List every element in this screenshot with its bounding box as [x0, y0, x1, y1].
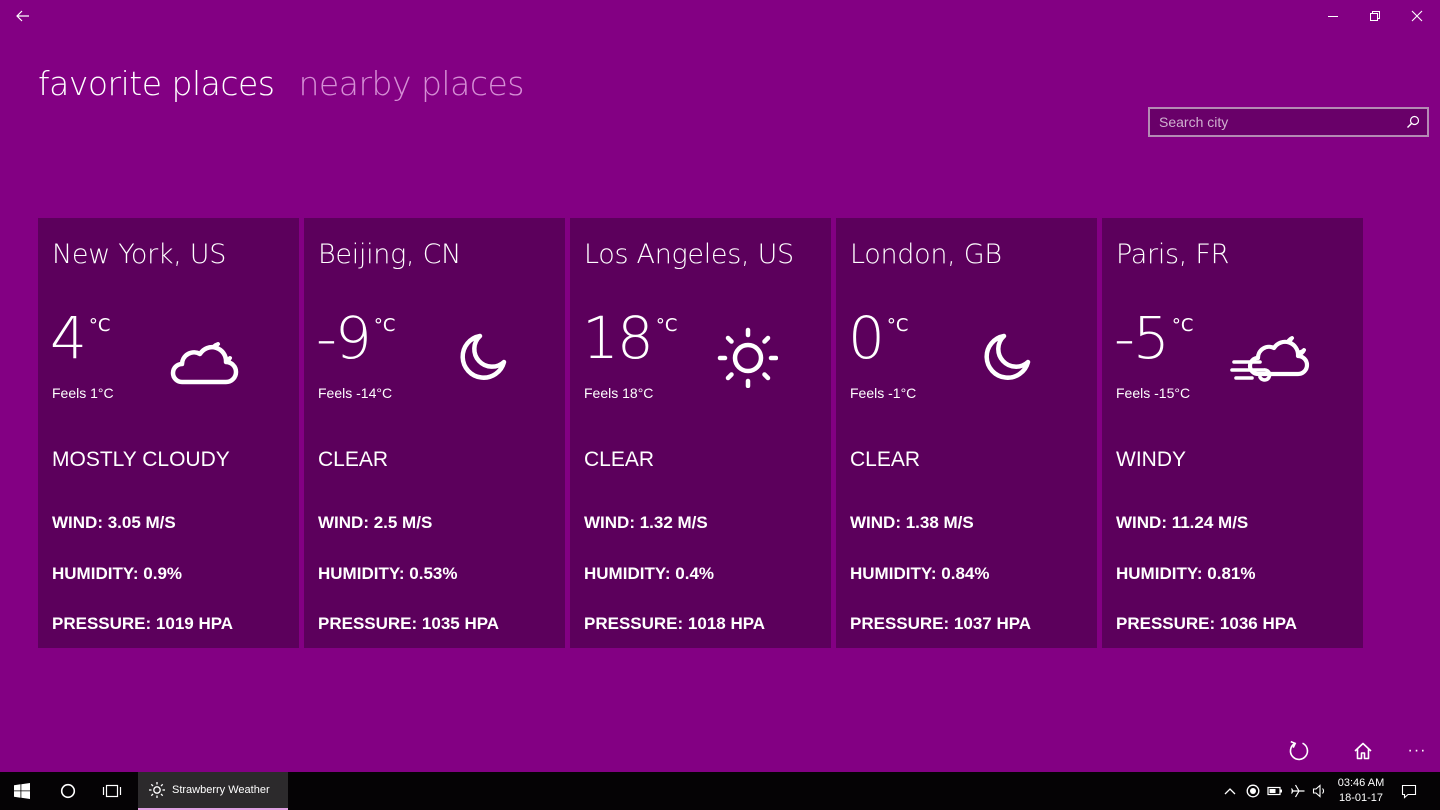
- city-name: Beijing, CN: [318, 239, 462, 270]
- tab-favorite-places[interactable]: favorite places: [38, 62, 275, 106]
- weather-condition: WINDY: [1116, 448, 1186, 471]
- feels-like: Feels 18°C: [584, 385, 654, 401]
- title-bar: [0, 0, 1440, 32]
- temperature-value: 4: [50, 304, 87, 372]
- search-icon[interactable]: [1399, 109, 1427, 135]
- windows-start-icon[interactable]: [0, 772, 44, 810]
- feels-like: Feels -1°C: [850, 385, 917, 401]
- temperature: -9 °C: [316, 306, 395, 370]
- temperature-value: -9: [316, 304, 372, 372]
- city-card[interactable]: London, GB 0 °C Feels -1°C CLEAR WIND: 1…: [836, 218, 1097, 648]
- search-box: [1148, 107, 1429, 137]
- windy-cloud-night-icon: [1230, 336, 1310, 382]
- pressure: PRESSURE: 1035 HPA: [318, 614, 500, 633]
- task-view-icon[interactable]: [90, 772, 134, 810]
- temperature: -5 °C: [1114, 306, 1193, 370]
- pressure: PRESSURE: 1036 HPA: [1116, 614, 1298, 633]
- city-card[interactable]: Beijing, CN -9 °C Feels -14°C CLEAR WIND…: [304, 218, 565, 648]
- city-name: New York, US: [52, 239, 227, 270]
- minimize-icon[interactable]: [1310, 0, 1356, 32]
- favorite-cities-grid: New York, US 4 °C Feels 1°C MOSTLY CLOUD…: [38, 218, 1363, 648]
- moon-icon: [984, 333, 1031, 380]
- weather-condition: MOSTLY CLOUDY: [52, 448, 230, 471]
- close-icon[interactable]: [1394, 0, 1440, 32]
- humidity: HUMIDITY: 0.84%: [850, 564, 990, 583]
- weather-app-icon: [149, 782, 165, 798]
- taskbar-app-strawberry-weather[interactable]: Strawberry Weather: [138, 772, 288, 810]
- city-name: London, GB: [850, 239, 1002, 270]
- temperature-unit: °C: [373, 315, 396, 336]
- city-name: Los Angeles, US: [584, 239, 794, 270]
- home-icon: [1354, 742, 1372, 760]
- taskbar: Strawberry Weather 03:46 AM 18-01-17: [0, 772, 1440, 810]
- temperature: 4 °C: [50, 306, 110, 370]
- weather-condition: CLEAR: [850, 448, 921, 471]
- city-name: Paris, FR: [1116, 239, 1230, 270]
- temperature-unit: °C: [1171, 315, 1194, 336]
- wind-speed: WIND: 2.5 M/S: [318, 513, 433, 532]
- home-button[interactable]: [1343, 734, 1383, 768]
- temperature: 18 °C: [582, 306, 677, 370]
- back-arrow-icon[interactable]: [0, 0, 46, 32]
- wind-speed: WIND: 1.32 M/S: [584, 513, 708, 532]
- feels-like: Feels 1°C: [52, 385, 114, 401]
- clock-time: 03:46 AM: [1337, 777, 1385, 789]
- search-city-input[interactable]: [1150, 109, 1399, 135]
- temperature-unit: °C: [886, 315, 909, 336]
- volume-icon[interactable]: [1311, 782, 1329, 800]
- refresh-icon: [1289, 740, 1309, 761]
- pressure: PRESSURE: 1019 HPA: [52, 614, 234, 633]
- wind-speed: WIND: 11.24 M/S: [1116, 513, 1249, 532]
- temperature-unit: °C: [88, 315, 111, 336]
- cortana-search-icon[interactable]: [46, 772, 90, 810]
- more-options-button[interactable]: ···: [1397, 734, 1437, 768]
- pressure: PRESSURE: 1037 HPA: [850, 614, 1032, 633]
- temperature: 0 °C: [848, 306, 908, 370]
- record-icon[interactable]: [1244, 782, 1262, 800]
- city-card[interactable]: New York, US 4 °C Feels 1°C MOSTLY CLOUD…: [38, 218, 299, 648]
- humidity: HUMIDITY: 0.9%: [52, 564, 183, 583]
- wind-speed: WIND: 3.05 M/S: [52, 513, 176, 532]
- city-card[interactable]: Los Angeles, US 18 °C Feels 18°C CLEAR W…: [570, 218, 831, 648]
- humidity: HUMIDITY: 0.4%: [584, 564, 715, 583]
- humidity: HUMIDITY: 0.81%: [1116, 564, 1256, 583]
- show-hidden-icons-chevron-icon[interactable]: [1221, 782, 1239, 800]
- battery-icon[interactable]: [1266, 782, 1284, 800]
- weather-condition: CLEAR: [584, 448, 655, 471]
- temperature-value: -5: [1114, 304, 1170, 372]
- city-card[interactable]: Paris, FR -5 °C Feels -15°C WINDY WIND: …: [1102, 218, 1363, 648]
- humidity: HUMIDITY: 0.53%: [318, 564, 458, 583]
- pressure: PRESSURE: 1018 HPA: [584, 614, 766, 633]
- partly-cloudy-night-icon: [170, 342, 239, 385]
- taskbar-clock[interactable]: 03:46 AM 18-01-17: [1330, 776, 1392, 806]
- temperature-unit: °C: [655, 315, 678, 336]
- airplane-mode-icon[interactable]: [1289, 782, 1307, 800]
- wind-speed: WIND: 1.38 M/S: [850, 513, 974, 532]
- clock-date: 18-01-17: [1338, 792, 1384, 804]
- action-center-icon[interactable]: [1400, 782, 1418, 800]
- weather-condition: CLEAR: [318, 448, 389, 471]
- moon-icon: [460, 333, 507, 380]
- temperature-value: 18: [582, 304, 654, 372]
- pivot-tabs: favorite places nearby places: [38, 62, 524, 106]
- temperature-value: 0: [848, 304, 885, 372]
- tab-nearby-places[interactable]: nearby places: [299, 62, 525, 106]
- taskbar-app-label: Strawberry Weather: [172, 784, 270, 796]
- refresh-button[interactable]: [1279, 734, 1319, 768]
- feels-like: Feels -15°C: [1116, 385, 1191, 401]
- sun-icon: [717, 327, 778, 388]
- feels-like: Feels -14°C: [318, 385, 393, 401]
- restore-icon[interactable]: [1352, 0, 1398, 32]
